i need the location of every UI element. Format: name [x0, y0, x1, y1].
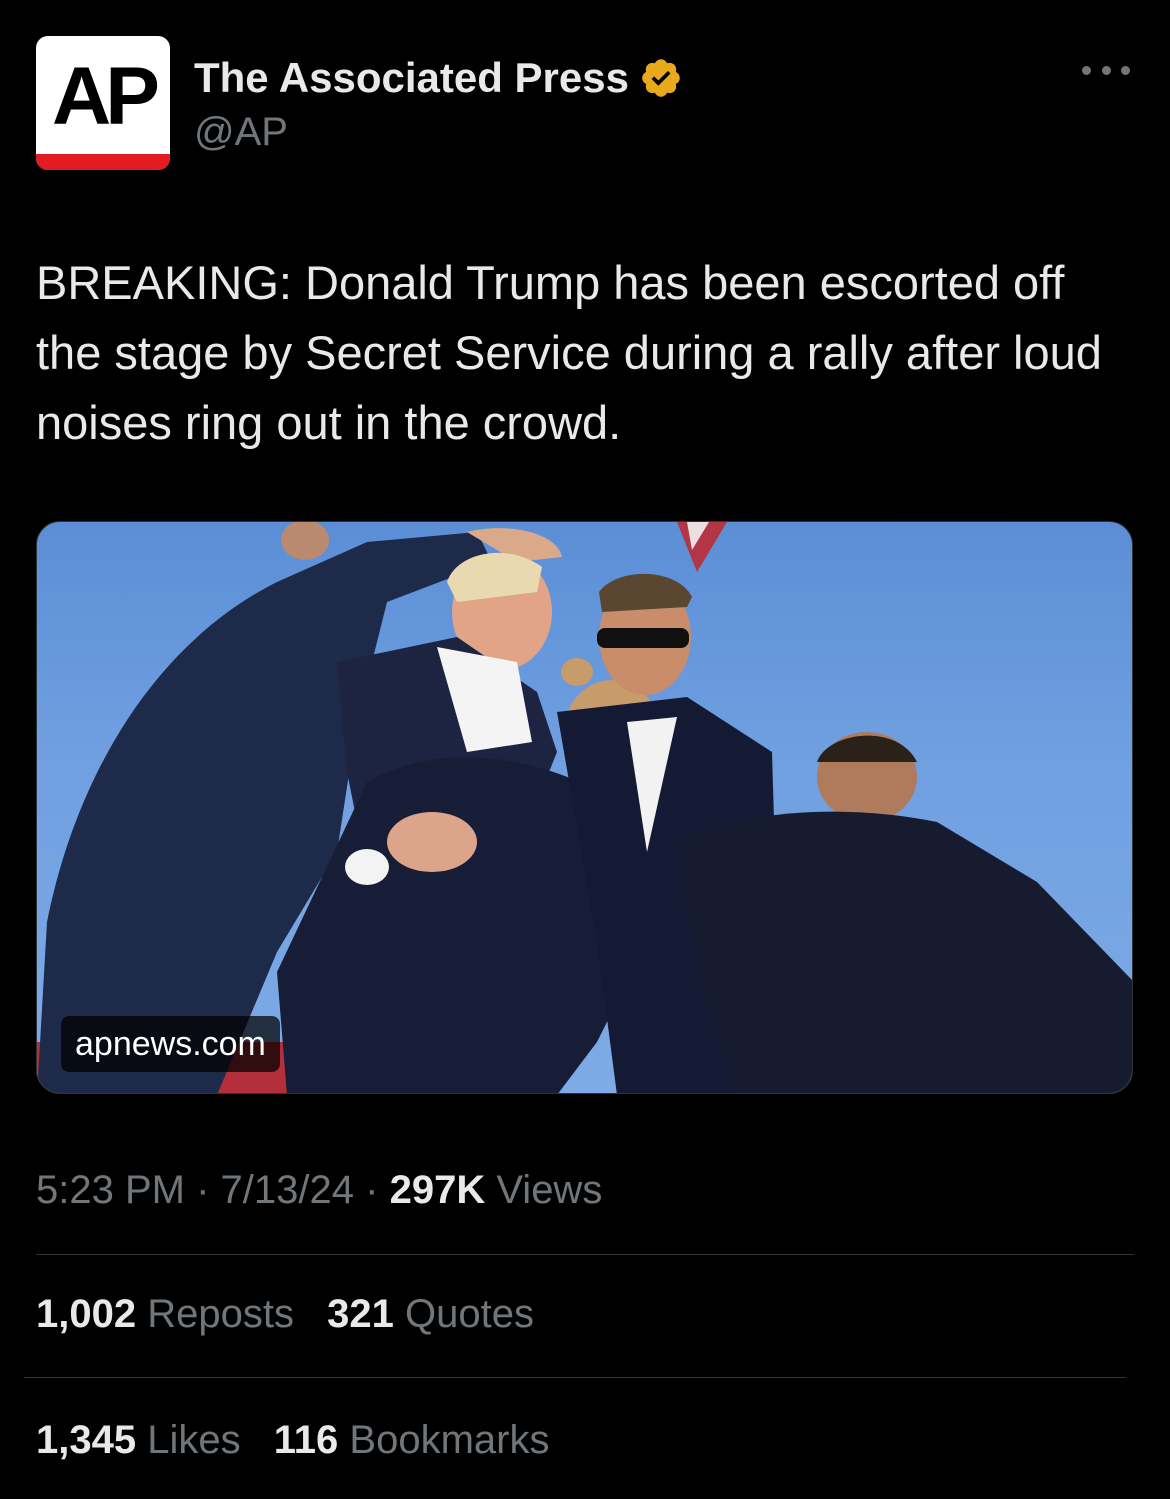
likes-count: 1,345	[36, 1418, 137, 1462]
avatar-red-bar	[36, 154, 170, 170]
separator: ·	[365, 1168, 379, 1212]
verified-badge-icon[interactable]	[639, 56, 683, 100]
reposts-stat[interactable]: 1,002 Reposts	[36, 1292, 294, 1336]
tweet-text: BREAKING: Donald Trump has been escorted…	[36, 256, 1102, 449]
avatar[interactable]: AP	[36, 36, 170, 170]
tweet-metadata: 5:23 PM · 7/13/24 · 297K Views	[36, 1168, 602, 1213]
likes-bookmarks-row: 1,345 Likes 116 Bookmarks	[36, 1418, 571, 1463]
link-domain-badge[interactable]: apnews.com	[61, 1016, 280, 1072]
avatar-logo-text: AP	[52, 51, 160, 142]
reposts-label: Reposts	[147, 1292, 294, 1336]
name-row: The Associated Press	[194, 50, 683, 106]
quotes-label: Quotes	[404, 1292, 534, 1336]
tweet-header: AP The Associated Press @AP	[36, 36, 1136, 176]
separator: ·	[196, 1168, 210, 1212]
tweet-time[interactable]: 5:23 PM	[36, 1168, 185, 1212]
quotes-count: 321	[327, 1292, 394, 1336]
quotes-stat[interactable]: 321 Quotes	[327, 1292, 534, 1336]
views-count[interactable]: 297K	[390, 1168, 486, 1212]
bookmarks-stat[interactable]: 116 Bookmarks	[274, 1418, 550, 1462]
photo-illustration	[37, 522, 1132, 1093]
account-handle[interactable]: @AP	[194, 110, 288, 155]
likes-stat[interactable]: 1,345 Likes	[36, 1418, 241, 1462]
reposts-quotes-row: 1,002 Reposts 321 Quotes	[36, 1292, 556, 1337]
reposts-count: 1,002	[36, 1292, 137, 1336]
tweet-date[interactable]: 7/13/24	[221, 1168, 354, 1212]
divider	[24, 1377, 1126, 1378]
views-label: Views	[496, 1168, 603, 1212]
bookmarks-label: Bookmarks	[349, 1418, 550, 1462]
divider	[36, 1254, 1134, 1255]
bookmarks-count: 116	[273, 1418, 339, 1462]
more-horizontal-icon[interactable]	[1082, 60, 1130, 80]
likes-label: Likes	[147, 1418, 241, 1462]
display-name[interactable]: The Associated Press	[194, 54, 629, 102]
tweet-media-image[interactable]: apnews.com	[36, 521, 1133, 1094]
